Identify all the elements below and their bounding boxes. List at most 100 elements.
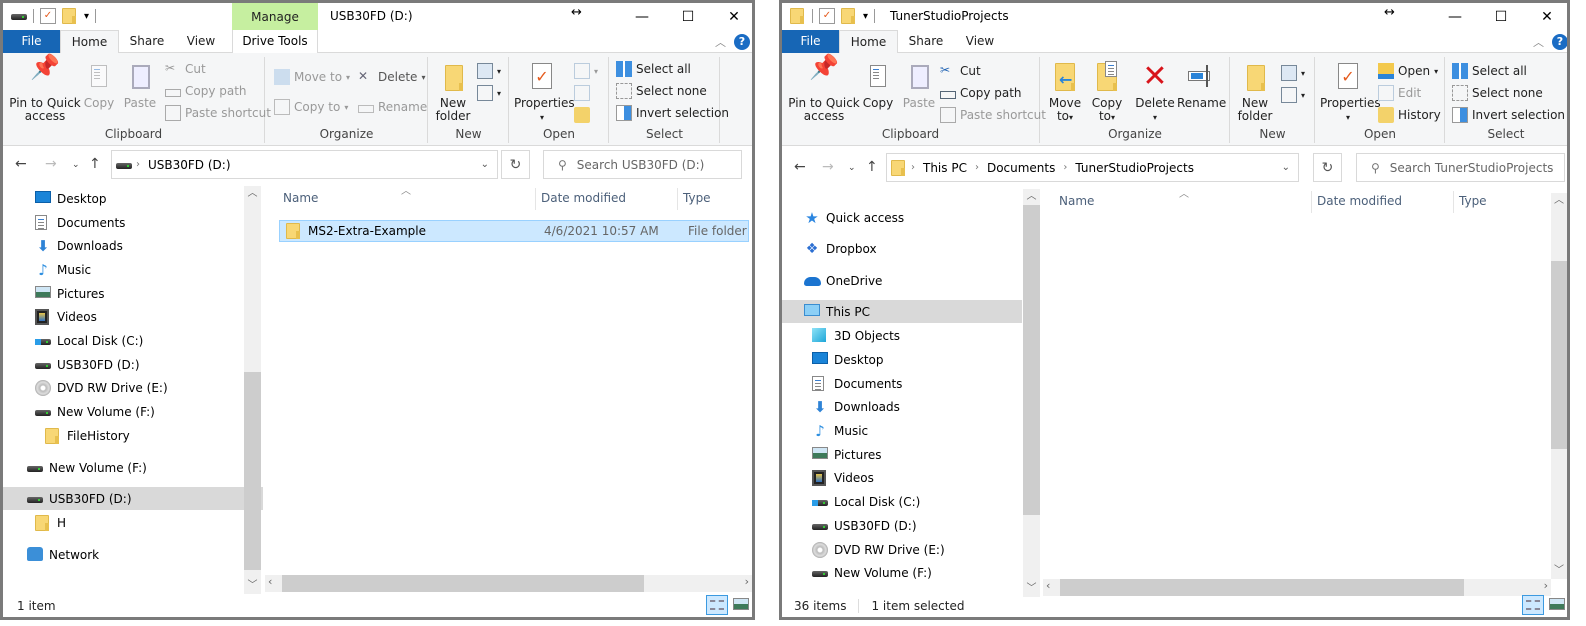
history-button[interactable] — [574, 105, 590, 125]
nav-item[interactable]: Documents — [782, 372, 1022, 395]
rename-button[interactable]: Rename — [1177, 61, 1226, 110]
refresh-button[interactable]: ↻ — [501, 150, 530, 179]
nav-item[interactable]: Pictures — [782, 443, 1022, 466]
nav-item[interactable]: ⬇ Downloads — [3, 234, 263, 257]
select-none-button[interactable]: Select none — [1452, 83, 1543, 103]
properties-button[interactable]: ✓ Properties ▾ — [1320, 61, 1381, 124]
edit-button[interactable]: Edit — [1378, 83, 1421, 103]
paste-button[interactable]: Paste — [121, 61, 159, 110]
nav-item[interactable]: USB30FD (D:) — [782, 514, 1022, 537]
select-all-button[interactable]: Select all — [616, 59, 691, 79]
scroll-up-arrow[interactable]: ︿ — [244, 186, 261, 202]
large-icons-view-button[interactable] — [730, 595, 752, 615]
scrollbar-thumb[interactable] — [1551, 261, 1567, 449]
nav-item[interactable]: ★ Quick access — [782, 206, 1022, 229]
open-button[interactable]: Open ▾ — [1378, 61, 1438, 81]
forward-button[interactable]: → — [822, 159, 834, 175]
column-header-type[interactable]: Type — [677, 182, 752, 215]
nav-item[interactable]: Videos — [782, 466, 1022, 489]
up-button[interactable]: ↑ — [89, 156, 101, 172]
tab-view[interactable]: View — [954, 30, 1006, 53]
horizontal-scrollbar[interactable]: ‹ › — [1043, 579, 1551, 596]
nav-item[interactable]: Videos — [3, 305, 263, 328]
help-button[interactable]: ? — [1552, 34, 1567, 50]
scroll-up-arrow[interactable]: ︿ — [1023, 189, 1040, 205]
nav-item[interactable]: H — [3, 511, 263, 534]
help-button[interactable]: ? — [734, 34, 750, 50]
collapse-ribbon-button[interactable]: ︿ — [715, 34, 726, 50]
maximize-button[interactable]: ☐ — [1478, 3, 1524, 30]
scrollbar-thumb[interactable] — [1060, 579, 1464, 596]
breadcrumb-tunerstudioprojects[interactable]: TunerStudioProjects — [1075, 161, 1194, 175]
column-header-name[interactable]: Name — [1053, 185, 1311, 218]
properties-qat-icon[interactable]: ✓ — [40, 8, 56, 24]
nav-item[interactable]: OneDrive — [782, 269, 1022, 292]
breadcrumb-this-pc[interactable]: This PC — [923, 161, 967, 175]
details-view-button[interactable] — [1522, 595, 1544, 615]
pin-to-quick-access-button[interactable]: 📌 Pin to Quick access — [788, 55, 860, 123]
scroll-right-arrow[interactable]: › — [745, 575, 749, 588]
nav-item[interactable]: New Volume (F:) — [782, 561, 1022, 584]
new-folder-button[interactable]: New folder — [1235, 61, 1275, 123]
properties-button[interactable]: ✓ Properties ▾ — [514, 61, 575, 124]
scrollbar-thumb[interactable] — [282, 575, 644, 592]
scroll-left-arrow[interactable]: ‹ — [268, 575, 272, 588]
nav-item[interactable]: Local Disk (C:) — [782, 490, 1022, 513]
nav-item[interactable]: Local Disk (C:) — [3, 329, 263, 352]
address-dropdown-icon[interactable]: ⌄ — [481, 159, 489, 170]
nav-item[interactable]: Documents — [3, 211, 263, 234]
cut-button[interactable]: ✂ Cut — [165, 59, 206, 79]
new-item-button[interactable]: ▾ — [1281, 63, 1305, 83]
tab-file[interactable]: File — [3, 30, 60, 53]
up-button[interactable]: ↑ — [866, 159, 878, 175]
refresh-button[interactable]: ↻ — [1313, 153, 1342, 182]
column-header-date-modified[interactable]: Date modified — [1311, 185, 1453, 218]
history-button[interactable]: History — [1378, 105, 1441, 125]
select-none-button[interactable]: Select none — [616, 81, 707, 101]
nav-item[interactable]: Network — [3, 543, 263, 566]
properties-qat-icon[interactable]: ✓ — [819, 8, 835, 24]
nav-item[interactable]: New Volume (F:) — [3, 400, 263, 423]
easy-access-button[interactable]: ▾ — [477, 83, 501, 103]
delete-button[interactable]: ✕ Delete ▾ — [358, 67, 425, 87]
nav-item[interactable]: ⬇ Downloads — [782, 395, 1022, 418]
collapse-ribbon-button[interactable]: ︿ — [1533, 34, 1544, 50]
customize-qat-icon[interactable]: ▾ — [84, 11, 89, 22]
file-row[interactable]: MS2-Extra-Example 4/6/2021 10:57 AM File… — [279, 220, 749, 242]
open-button[interactable]: ▾ — [574, 61, 598, 81]
back-button[interactable]: ← — [794, 159, 806, 175]
recent-locations-button[interactable]: ⌄ — [72, 160, 80, 170]
nav-item[interactable]: Pictures — [3, 282, 263, 305]
tab-home[interactable]: Home — [839, 30, 898, 54]
nav-item[interactable]: DVD RW Drive (E:) — [3, 376, 263, 399]
scrollbar-thumb[interactable] — [1023, 205, 1040, 515]
close-button[interactable]: ✕ — [1524, 3, 1567, 30]
maximize-button[interactable]: ☐ — [665, 3, 711, 30]
address-bar[interactable]: › USB30FD (D:) ⌄ — [111, 150, 498, 179]
scrollbar-thumb[interactable] — [244, 372, 261, 570]
nav-item[interactable]: ♪ Music — [782, 419, 1022, 442]
scroll-down-arrow[interactable]: ﹀ — [244, 578, 261, 594]
recent-locations-button[interactable]: ⌄ — [848, 163, 856, 173]
minimize-button[interactable]: — — [619, 3, 665, 30]
new-folder-qat-icon[interactable] — [62, 8, 78, 24]
horizontal-scrollbar[interactable]: ‹ › — [265, 575, 752, 592]
nav-pane-scrollbar[interactable]: ︿ ﹀ — [1023, 189, 1040, 597]
file-list-vertical-scrollbar[interactable]: ︿ ﹀ — [1551, 193, 1567, 579]
minimize-button[interactable]: — — [1432, 3, 1478, 30]
rename-button[interactable]: Rename — [358, 97, 427, 117]
nav-item[interactable]: DVD RW Drive (E:) — [782, 538, 1022, 561]
nav-item[interactable]: This PC — [782, 300, 1022, 323]
select-all-button[interactable]: Select all — [1452, 61, 1527, 81]
back-button[interactable]: ← — [15, 156, 27, 172]
cut-button[interactable]: ✂ Cut — [940, 61, 981, 81]
copy-button[interactable]: Copy — [860, 61, 896, 110]
paste-button[interactable]: Paste — [900, 61, 938, 110]
paste-shortcut-button[interactable]: Paste shortcut — [165, 103, 271, 123]
copy-to-button[interactable]: Copy to▾ — [1087, 61, 1127, 124]
delete-button[interactable]: ✕ Delete ▾ — [1135, 61, 1175, 124]
move-to-button[interactable]: Move to ▾ — [274, 67, 350, 87]
new-folder-button[interactable]: New folder — [433, 61, 473, 123]
nav-item[interactable]: USB30FD (D:) — [3, 353, 263, 376]
copy-button[interactable]: Copy — [81, 61, 117, 110]
